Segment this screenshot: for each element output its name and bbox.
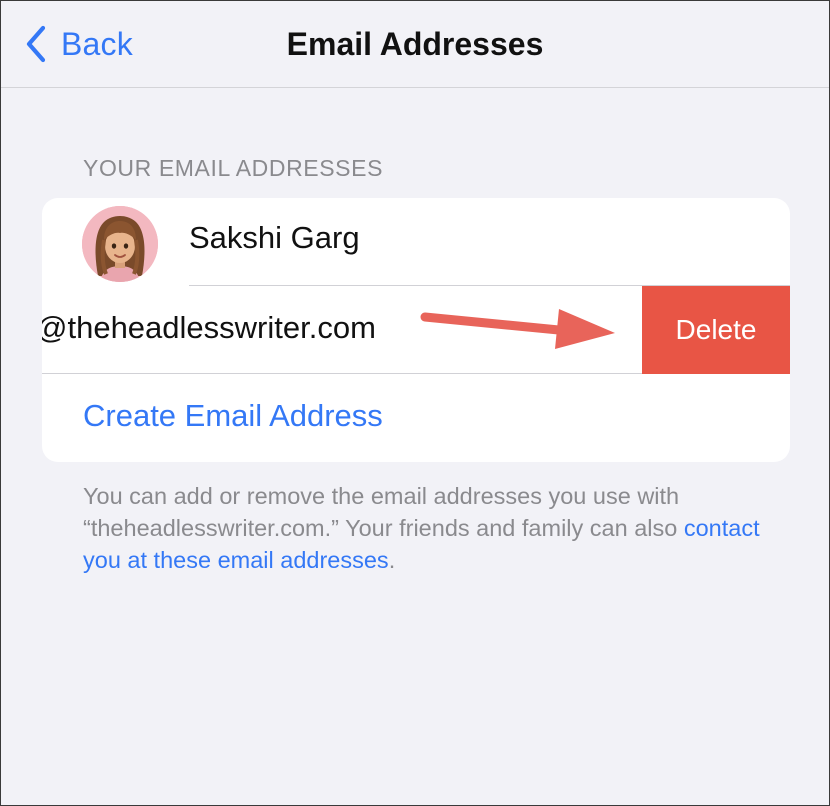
- red-arrow-annotation-icon: [420, 309, 615, 349]
- account-row: Sakshi Garg: [42, 198, 790, 286]
- memoji-avatar-icon: [82, 206, 158, 282]
- email-addresses-group: Sakshi Garg @theheadlesswriter.com Delet…: [42, 198, 790, 462]
- create-email-address-button[interactable]: Create Email Address: [42, 374, 790, 462]
- email-row[interactable]: @theheadlesswriter.com Delete: [42, 286, 790, 374]
- delete-button[interactable]: Delete: [642, 286, 790, 374]
- page-title: Email Addresses: [286, 26, 544, 62]
- screen: Back Email Addresses YOUR EMAIL ADDRESSE…: [0, 0, 830, 806]
- create-email-address-label: Create Email Address: [83, 398, 383, 433]
- account-name: Sakshi Garg: [189, 220, 360, 255]
- navigation-bar: Back Email Addresses: [1, 1, 829, 88]
- email-address: @theheadlesswriter.com: [42, 310, 376, 345]
- footer-text-end: .: [388, 547, 396, 573]
- footer-description: You can add or remove the email addresse…: [83, 480, 763, 576]
- avatar: [82, 206, 158, 282]
- footer-text: You can add or remove the email addresse…: [83, 483, 684, 541]
- section-header: YOUR EMAIL ADDRESSES: [83, 155, 384, 181]
